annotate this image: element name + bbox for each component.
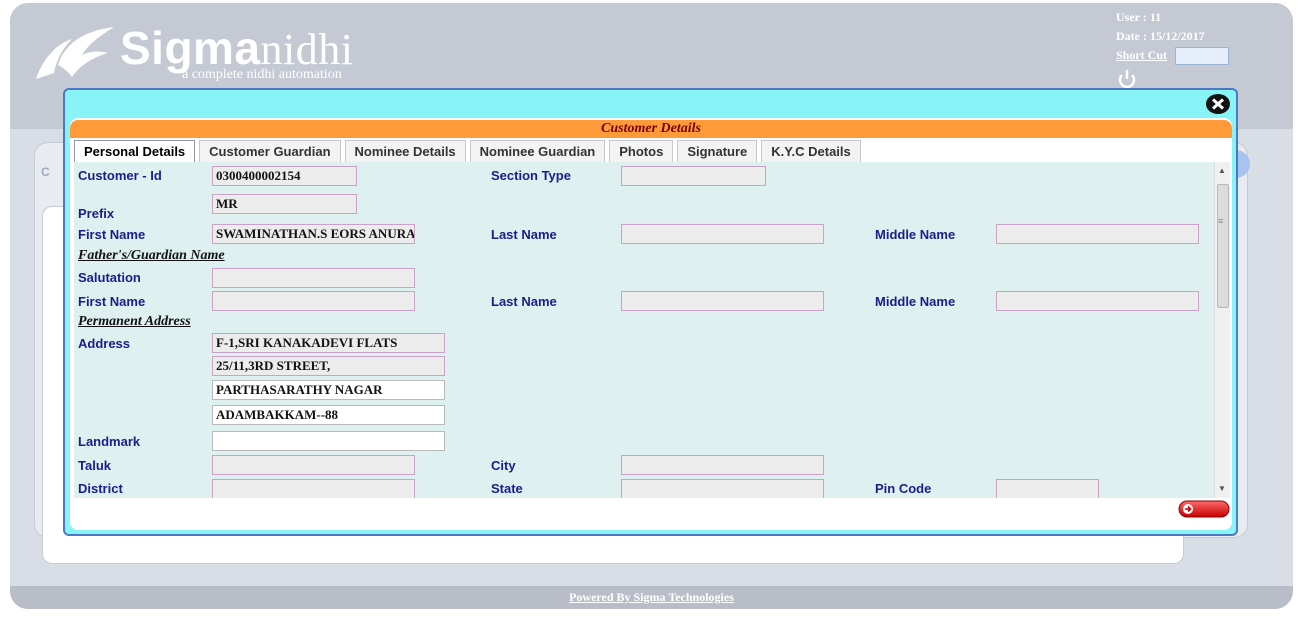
middle-name-label: Middle Name (875, 227, 956, 242)
district-label: District (78, 481, 123, 496)
scroll-grip-icon: ≡ (1218, 216, 1224, 226)
landmark-label: Landmark (78, 434, 141, 449)
middle-name-field[interactable] (996, 224, 1199, 244)
permanent-address-heading: Permanent Address (78, 314, 191, 329)
guardian-first-name-field[interactable] (212, 291, 415, 311)
first-name-label: First Name (78, 227, 146, 242)
state-field[interactable] (621, 479, 824, 498)
guardian-first-name-label: First Name (78, 294, 146, 309)
modal-body: Customer Details Personal Details Custom… (70, 118, 1232, 530)
close-icon[interactable] (1205, 93, 1231, 115)
city-field[interactable] (621, 455, 824, 475)
taluk-label: Taluk (78, 458, 111, 473)
section-type-field[interactable] (621, 166, 766, 186)
guardian-middle-name-field[interactable] (996, 291, 1199, 311)
prefix-label: Prefix (78, 206, 115, 221)
pin-code-field[interactable] (996, 479, 1099, 498)
taluk-field[interactable] (212, 455, 415, 475)
customer-details-modal: Customer Details Personal Details Custom… (63, 88, 1238, 536)
guardian-middle-name-label: Middle Name (875, 294, 956, 309)
tab-signature[interactable]: Signature (677, 140, 758, 162)
tab-nominee-details[interactable]: Nominee Details (344, 140, 466, 162)
salutation-label: Salutation (78, 270, 141, 285)
tab-photos[interactable]: Photos (609, 140, 674, 162)
shortcut-label[interactable]: Short Cut (1116, 46, 1167, 65)
tab-personal-details[interactable]: Personal Details (74, 140, 196, 162)
guardian-last-name-field[interactable] (621, 291, 824, 311)
salutation-field[interactable] (212, 268, 415, 288)
first-name-field[interactable]: SWAMINATHAN.S EORS ANURA (212, 224, 415, 244)
date-label: Date : 15/12/2017 (1116, 29, 1205, 43)
address-line-2-field[interactable]: 25/11,3RD STREET, (212, 356, 445, 376)
personal-details-form: Customer - Id 0300400002154 Section Type… (74, 162, 1214, 498)
exit-button[interactable] (1178, 500, 1230, 518)
tab-kyc-details[interactable]: K.Y.C Details (761, 140, 861, 162)
power-icon[interactable] (1116, 69, 1138, 89)
shortcut-row: Short Cut (1116, 46, 1230, 65)
user-label: User : 11 (1116, 10, 1162, 24)
tab-customer-guardian[interactable]: Customer Guardian (199, 140, 341, 162)
scroll-up-arrow-icon[interactable]: ▲ (1218, 166, 1226, 175)
address-line-4-field[interactable]: ADAMBAKKAM--88 (212, 405, 445, 425)
tab-nominee-guardian[interactable]: Nominee Guardian (469, 140, 606, 162)
sigmanidhi-logo: Sigmanidhi a complete nidhi automation (32, 19, 392, 89)
address-line-1-field[interactable]: F-1,SRI KANAKADEVI FLATS (212, 333, 445, 353)
guardian-last-name-label: Last Name (491, 294, 557, 309)
customer-id-field[interactable]: 0300400002154 (212, 166, 357, 186)
pin-code-label: Pin Code (875, 481, 932, 496)
tab-bar: Personal Details Customer Guardian Nomin… (74, 140, 865, 162)
powered-by-link[interactable]: Powered By Sigma Technologies (569, 590, 734, 604)
last-name-field[interactable] (621, 224, 824, 244)
address-label: Address (78, 336, 131, 351)
customer-id-label: Customer - Id (78, 168, 162, 183)
user-info: User : 11 Date : 15/12/2017 Short Cut (1116, 8, 1230, 65)
scroll-down-arrow-icon[interactable]: ▼ (1218, 484, 1226, 493)
last-name-label: Last Name (491, 227, 557, 242)
scroll-thumb[interactable] (1217, 184, 1229, 308)
state-label: State (491, 481, 523, 496)
city-label: City (491, 458, 516, 473)
shortcut-input[interactable] (1175, 46, 1230, 65)
background-panel-label: C (41, 165, 50, 179)
form-scrollbar[interactable]: ▲ ≡ ▼ (1214, 162, 1230, 498)
footer: Powered By Sigma Technologies (10, 586, 1293, 609)
landmark-field[interactable] (212, 431, 445, 451)
prefix-field[interactable]: MR (212, 194, 357, 214)
logo-tagline: a complete nidhi automation (182, 67, 342, 82)
modal-title: Customer Details (70, 120, 1232, 138)
fathers-guardian-heading: Father's/Guardian Name (78, 248, 225, 263)
district-field[interactable] (212, 479, 415, 498)
address-line-3-field[interactable]: PARTHASARATHY NAGAR (212, 380, 445, 400)
logo-swoosh-icon (36, 27, 114, 79)
section-type-label: Section Type (491, 168, 571, 183)
